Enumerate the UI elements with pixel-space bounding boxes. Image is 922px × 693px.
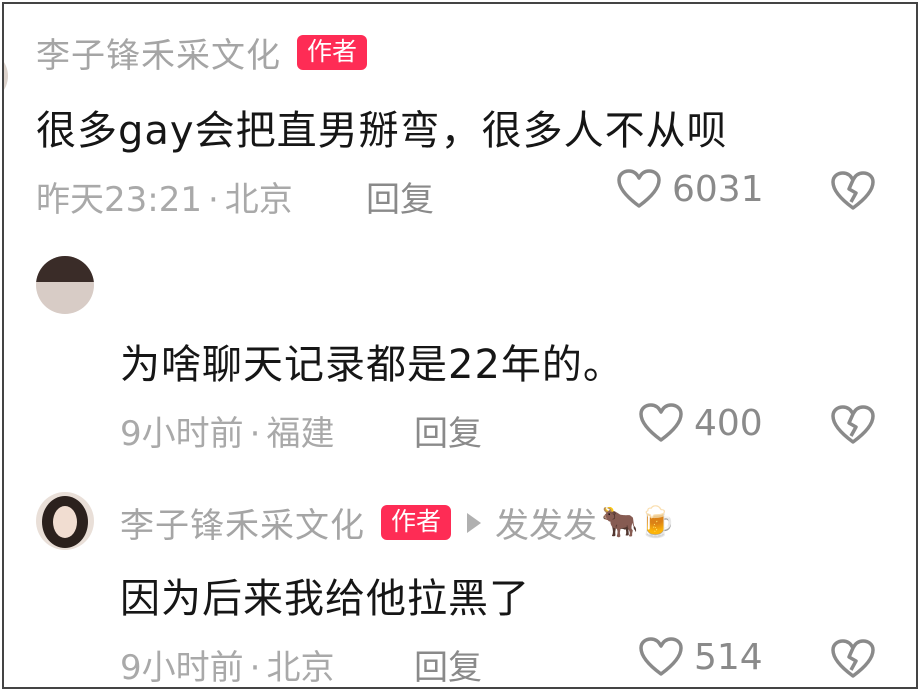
comment-location: 北京 xyxy=(224,180,293,220)
heart-outline-icon xyxy=(639,637,683,676)
like-button[interactable]: 514 xyxy=(638,636,763,678)
broken-heart-icon xyxy=(831,171,875,210)
comment-meta: 9小时前 · 福建 xyxy=(120,406,334,455)
comment-meta: 9小时前 · 北京 xyxy=(120,640,335,688)
triangle-right-icon xyxy=(467,512,482,533)
reply-to-emoji: 🐂🍺 xyxy=(601,505,676,540)
reply-button[interactable]: 回复 xyxy=(414,406,482,455)
author-badge: 作者 xyxy=(381,505,452,540)
dislike-button[interactable] xyxy=(830,404,876,450)
like-button[interactable]: 6031 xyxy=(616,168,764,210)
like-count: 400 xyxy=(694,402,763,444)
avatar[interactable] xyxy=(4,50,8,102)
comment-location: 北京 xyxy=(266,648,335,688)
comment-text: 为啥聊天记录都是22年的。 xyxy=(120,342,624,388)
author-badge: 作者 xyxy=(297,35,368,70)
avatar[interactable] xyxy=(36,492,94,550)
reply-button[interactable]: 回复 xyxy=(414,640,482,687)
comment-username[interactable]: 李子锋禾采文化 xyxy=(120,498,365,547)
like-count: 514 xyxy=(694,636,763,678)
comment-text: 很多gay会把直男掰弯，很多人不从呗 xyxy=(36,108,728,154)
comment-time: 9小时前 xyxy=(120,648,244,688)
avatar[interactable] xyxy=(36,256,94,314)
heart-outline-icon xyxy=(617,169,661,208)
meta-separator: · xyxy=(207,180,219,220)
comment-list: 李子锋禾采文化 作者 很多gay会把直男掰弯，很多人不从呗 昨天23:21 · 北京… xyxy=(2,2,918,689)
comment-time: 9小时前 xyxy=(120,414,244,454)
comment-meta: 昨天23:21 · 北京 xyxy=(36,172,293,221)
comment-location: 福建 xyxy=(266,414,335,454)
broken-heart-icon xyxy=(831,639,875,678)
comment-time: 昨天23:21 xyxy=(36,180,202,220)
meta-separator: · xyxy=(249,414,261,454)
reply-button[interactable]: 回复 xyxy=(366,172,434,221)
dislike-button[interactable] xyxy=(830,170,876,216)
comment-text: 因为后来我给他拉黑了 xyxy=(120,576,530,622)
dislike-button[interactable] xyxy=(830,638,876,684)
reply-to-username[interactable]: 发发发 xyxy=(495,498,597,547)
broken-heart-icon xyxy=(831,405,875,444)
heart-outline-icon xyxy=(639,403,683,442)
like-button[interactable]: 400 xyxy=(638,402,763,444)
meta-separator: · xyxy=(249,648,261,688)
like-count: 6031 xyxy=(672,168,764,210)
comment-username[interactable]: 李子锋禾采文化 xyxy=(36,28,281,77)
